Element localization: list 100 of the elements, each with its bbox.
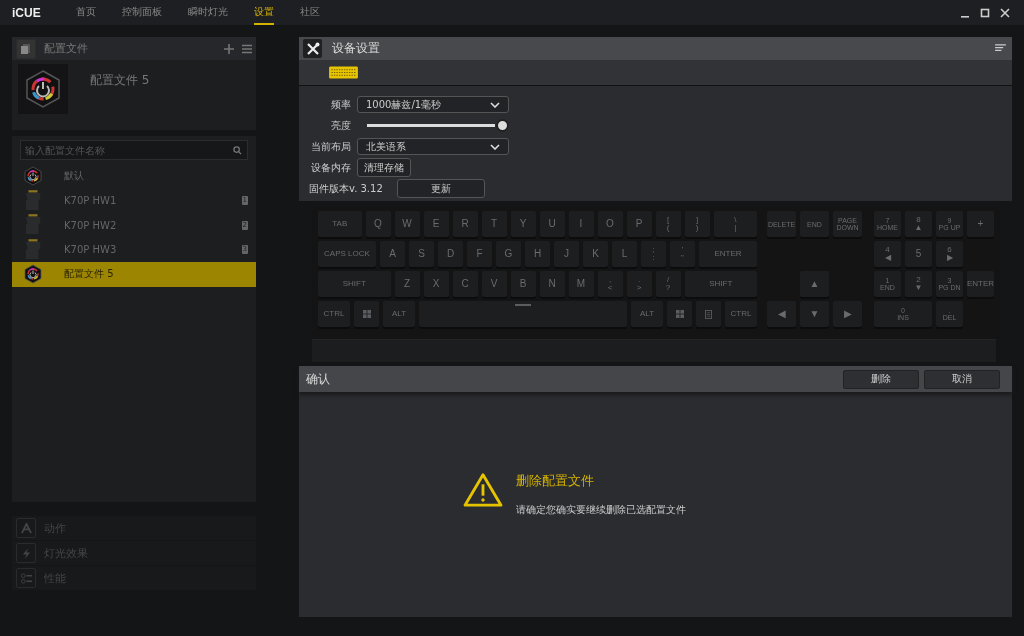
keyboard-key: K xyxy=(583,241,608,267)
keyboard-key: ; : xyxy=(641,241,666,267)
profile-logo-icon xyxy=(23,69,63,109)
keyboard-key: E xyxy=(423,211,449,237)
keyboard-key: 2 ▼ xyxy=(905,271,932,297)
panel-title: 配置文件 xyxy=(44,41,89,56)
slider-thumb[interactable] xyxy=(496,119,509,132)
profile-name: 默认 xyxy=(64,169,85,184)
dialog-button[interactable]: 删除 xyxy=(843,369,919,389)
dropdown[interactable]: 1000赫兹/1毫秒 xyxy=(357,96,509,113)
keyboard-key: F xyxy=(467,241,492,267)
profile-item[interactable]: 配置文件 5 xyxy=(12,262,256,287)
profile-logo-icon xyxy=(23,166,43,187)
memory-card-icon xyxy=(24,189,42,212)
keyboard-key: Y xyxy=(510,211,536,237)
keyboard-key: ALT xyxy=(383,301,415,327)
keyboard-icon[interactable] xyxy=(328,66,359,79)
profile-name: K70P HW1 xyxy=(64,195,118,207)
field-label: 频率 xyxy=(330,97,351,112)
keyboard-key: R xyxy=(452,211,478,237)
nav-tab[interactable]: 控制面板 xyxy=(121,0,162,25)
chevron-down-icon xyxy=(490,143,500,150)
keyboard-key: ▼ xyxy=(800,301,829,327)
action-button[interactable]: 更新 xyxy=(396,179,485,198)
keyboard-key: / ? xyxy=(655,271,681,297)
keyboard-key: ▶ xyxy=(833,301,862,327)
letter-a-icon xyxy=(20,522,32,534)
keyboard-key: J xyxy=(554,241,579,267)
keyboard-key: B xyxy=(510,271,536,297)
nav-tab[interactable]: 瞬时灯光 xyxy=(187,0,228,25)
nav-tab[interactable]: 社区 xyxy=(299,0,320,25)
search-icon xyxy=(233,146,242,155)
nav-tab[interactable]: 首页 xyxy=(75,0,96,25)
keyboard-key: V xyxy=(481,271,507,297)
settings-list-icon xyxy=(20,572,32,584)
keyboard-key: CTRL xyxy=(725,301,757,327)
dropdown-value: 北美语系 xyxy=(366,139,406,154)
keyboard-key: ENTER xyxy=(967,271,994,297)
keyboard-key: Q xyxy=(365,211,391,237)
keyboard-key: Z xyxy=(394,271,420,297)
current-profile-name: 配置文件 5 xyxy=(90,72,150,89)
dialog-button[interactable]: 取消 xyxy=(924,369,1000,389)
menu-key-icon xyxy=(705,309,712,319)
windows-logo-icon xyxy=(675,310,684,318)
add-icon[interactable] xyxy=(224,43,234,54)
keyboard-key: TAB xyxy=(318,211,362,237)
tools-icon xyxy=(305,41,320,56)
keyboard-key: G xyxy=(496,241,521,267)
profile-item[interactable]: 默认 xyxy=(12,164,256,189)
keyboard-key: H xyxy=(525,241,550,267)
keyboard-key: 5 xyxy=(905,241,932,267)
keyboard-key: \ | xyxy=(713,211,757,237)
dialog-heading: 删除配置文件 xyxy=(516,472,595,490)
keyboard-key: C xyxy=(452,271,478,297)
keyboard-key: + xyxy=(967,211,994,237)
slider-fill[interactable] xyxy=(367,124,495,127)
keyboard-key: [ ( xyxy=(655,211,681,237)
keyboard-key: L xyxy=(612,241,637,267)
maximize-icon[interactable] xyxy=(980,7,990,18)
keyboard-key: ▲ xyxy=(800,271,829,297)
keyboard-key: S xyxy=(409,241,434,267)
keyboard-key: ENTER xyxy=(699,241,757,267)
keyboard-key: SHIFT xyxy=(318,271,391,297)
field-label: 设备内存 xyxy=(310,160,351,175)
keyboard-key: ] ) xyxy=(684,211,710,237)
dropdown[interactable]: 北美语系 xyxy=(357,138,509,155)
memory-card-icon xyxy=(24,238,42,261)
menu-icon[interactable] xyxy=(242,43,252,54)
keyboard-key: D xyxy=(438,241,463,267)
keyboard-key: X xyxy=(423,271,449,297)
profile-name: K70P HW3 xyxy=(64,244,118,256)
keyboard-key: N xyxy=(539,271,565,297)
keyboard-key: M xyxy=(568,271,594,297)
keyboard-key: 4 ◀ xyxy=(874,241,901,267)
profile-name: K70P HW2 xyxy=(64,219,118,231)
memory-card-icon xyxy=(24,214,42,237)
keyboard-key: 6 ▶ xyxy=(936,241,963,267)
close-icon[interactable] xyxy=(1000,7,1010,18)
windows-logo-icon xyxy=(362,310,371,318)
nav-tab[interactable]: 设置 xyxy=(253,0,274,25)
action-button[interactable]: 清理存储 xyxy=(357,158,411,177)
app-logo: iCUE xyxy=(12,5,41,20)
keyboard-key: SHIFT xyxy=(684,271,757,297)
menu-icon[interactable] xyxy=(995,44,1006,53)
profile-name: 配置文件 5 xyxy=(64,267,115,282)
dialog-message: 请确定您确实要继续删除已选配置文件 xyxy=(516,503,686,517)
keyboard-key: CTRL xyxy=(318,301,350,327)
keyboard-key: . > xyxy=(626,271,652,297)
field-label: 固件版本v. 3.12 xyxy=(309,181,383,196)
panel-title: 设备设置 xyxy=(332,40,381,57)
keyboard-key: ' " xyxy=(670,241,695,267)
field-label: 亮度 xyxy=(330,118,351,133)
keyboard-key: , < xyxy=(597,271,623,297)
keyboard-key: 8 ▲ xyxy=(905,211,932,237)
keyboard-key: ◀ xyxy=(767,301,796,327)
keyboard-key: W xyxy=(394,211,420,237)
keyboard-key: A xyxy=(380,241,405,267)
dash-icon xyxy=(515,304,531,306)
keyboard-key: O xyxy=(597,211,623,237)
keyboard-key: P xyxy=(626,211,652,237)
